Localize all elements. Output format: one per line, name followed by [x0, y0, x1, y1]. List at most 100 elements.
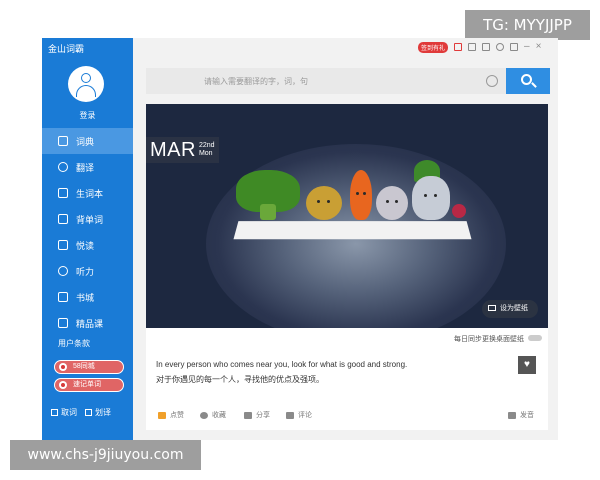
close-icon[interactable]: ×	[536, 42, 542, 52]
search-left-pad	[146, 68, 190, 94]
action-label: 分享	[256, 412, 270, 419]
checkbox-icon	[85, 409, 92, 416]
sidebar-item-dictionary[interactable]: 词典	[42, 128, 133, 154]
avatar-head-icon	[81, 73, 91, 83]
onion-illustration	[376, 186, 408, 220]
chat-icon[interactable]	[468, 43, 477, 51]
avatar[interactable]	[68, 66, 104, 102]
radish-illustration	[412, 176, 450, 220]
capture-options: 取词 划译	[51, 407, 111, 418]
sidebar-item-label: 听力	[76, 266, 95, 277]
gift-icon[interactable]	[454, 43, 463, 51]
carrot-illustration	[350, 170, 372, 220]
avatar-body-icon	[76, 85, 96, 97]
comment-button[interactable]: 评论	[286, 410, 312, 420]
app-brand: 金山词霸	[48, 44, 85, 54]
quote-english: In every person who comes near you, look…	[156, 360, 408, 369]
sidebar-item-reading[interactable]: 悦读	[42, 232, 133, 258]
login-link[interactable]: 登录	[42, 110, 133, 121]
eye	[356, 192, 359, 195]
set-wallpaper-label: 设为壁纸	[500, 305, 528, 312]
checkbox-icon	[51, 409, 58, 416]
sidebar-item-listening[interactable]: 听力	[42, 258, 133, 284]
quote-actions: 点赞 收藏 分享 评论 发音	[146, 400, 548, 430]
potato-illustration	[306, 186, 342, 220]
search-icon-handle	[531, 82, 537, 88]
date-day: 22nd	[198, 142, 215, 149]
speaker-icon	[508, 411, 516, 419]
tg-watermark: TG: MYYJJPP	[465, 10, 590, 40]
terms-link[interactable]: 用户条款	[58, 338, 90, 349]
search-input[interactable]: 请输入需要翻译的字，词，句	[204, 76, 308, 87]
eye	[434, 194, 437, 197]
skin-icon[interactable]	[482, 43, 491, 51]
heart-outline-icon	[200, 411, 208, 419]
sidebar-item-translate[interactable]: 翻译	[42, 154, 133, 180]
notebook-icon	[58, 188, 68, 198]
promo-wordquick-button[interactable]: 速记单词	[54, 378, 124, 392]
action-label: 收藏	[212, 412, 226, 419]
promo-label: 58同城	[73, 363, 95, 370]
action-label: 评论	[298, 412, 312, 419]
favorite-button[interactable]: 收藏	[200, 410, 226, 420]
quote-chinese: 对于你遇见的每一个人，寻找他的优点及强项。	[156, 375, 324, 384]
promo-label: 速记单词	[73, 381, 101, 388]
eye	[327, 200, 330, 203]
search-bar: 请输入需要翻译的字，词，句	[146, 68, 550, 94]
translate-icon	[58, 162, 68, 172]
eye	[395, 200, 398, 203]
eye	[363, 192, 366, 195]
promo-icon	[59, 363, 67, 371]
sidebar-nav: 词典 翻译 生词本 背单词 悦读 听力 书城 精品课	[42, 128, 133, 336]
pronounce-button[interactable]: 发音	[508, 410, 534, 420]
sidebar-item-course[interactable]: 精品课	[42, 310, 133, 336]
window-icon[interactable]	[510, 43, 519, 51]
checkbox-label: 取词	[61, 408, 77, 417]
daily-card: MAR 22nd Mon 设为壁纸	[146, 104, 548, 328]
history-icon[interactable]	[486, 75, 498, 87]
wallpaper-sync-row: 每日同步更换桌面壁纸	[146, 328, 548, 348]
set-wallpaper-button[interactable]: 设为壁纸	[482, 300, 538, 318]
comment-icon	[286, 411, 294, 419]
app-window: 金山词霸 登录 词典 翻译 生词本 背单词 悦读 听力 书城 精品课 用户条款 …	[42, 38, 558, 440]
sidebar-item-label: 翻译	[76, 162, 95, 173]
promo-58-button[interactable]: 58同城	[54, 360, 124, 374]
heart-icon[interactable]: ♥	[518, 356, 536, 374]
beet-illustration	[452, 204, 466, 218]
capture-word-checkbox[interactable]: 取词	[51, 407, 77, 418]
title-bar-controls: 签到有礼 – ×	[418, 40, 541, 54]
select-translate-checkbox[interactable]: 划译	[85, 407, 111, 418]
like-button[interactable]: 点赞	[158, 410, 184, 420]
sidebar-item-memorize[interactable]: 背单词	[42, 206, 133, 232]
broccoli-stem-illustration	[260, 204, 276, 220]
sidebar-item-label: 背单词	[76, 214, 104, 225]
thumbs-up-icon	[158, 411, 166, 419]
sidebar-item-label: 悦读	[76, 240, 95, 251]
date-side: 22nd Mon	[199, 142, 215, 158]
sidebar-item-wordbook[interactable]: 生词本	[42, 180, 133, 206]
memorize-icon	[58, 214, 68, 224]
date-badge: MAR 22nd Mon	[146, 137, 219, 163]
minimize-icon[interactable]: –	[524, 42, 530, 52]
course-icon	[58, 318, 68, 328]
share-button[interactable]: 分享	[244, 410, 270, 420]
checkbox-label: 划译	[95, 408, 111, 417]
sync-label: 每日同步更换桌面壁纸	[454, 336, 524, 343]
monitor-icon	[488, 305, 496, 311]
eye	[317, 200, 320, 203]
action-label: 点赞	[170, 412, 184, 419]
date-month: MAR	[150, 138, 196, 161]
settings-icon[interactable]	[496, 43, 505, 51]
share-icon	[244, 411, 252, 419]
promo-icon	[59, 381, 67, 389]
action-label: 发音	[520, 412, 534, 419]
search-button[interactable]	[506, 68, 550, 94]
reading-icon	[58, 240, 68, 250]
checkin-button[interactable]: 签到有礼	[418, 41, 449, 53]
headphones-icon	[58, 266, 68, 276]
sidebar-item-bookstore[interactable]: 书城	[42, 284, 133, 310]
sidebar-item-label: 精品课	[76, 318, 104, 329]
sync-toggle[interactable]	[528, 335, 542, 341]
book-icon	[58, 136, 68, 146]
date-weekday: Mon	[198, 150, 213, 157]
